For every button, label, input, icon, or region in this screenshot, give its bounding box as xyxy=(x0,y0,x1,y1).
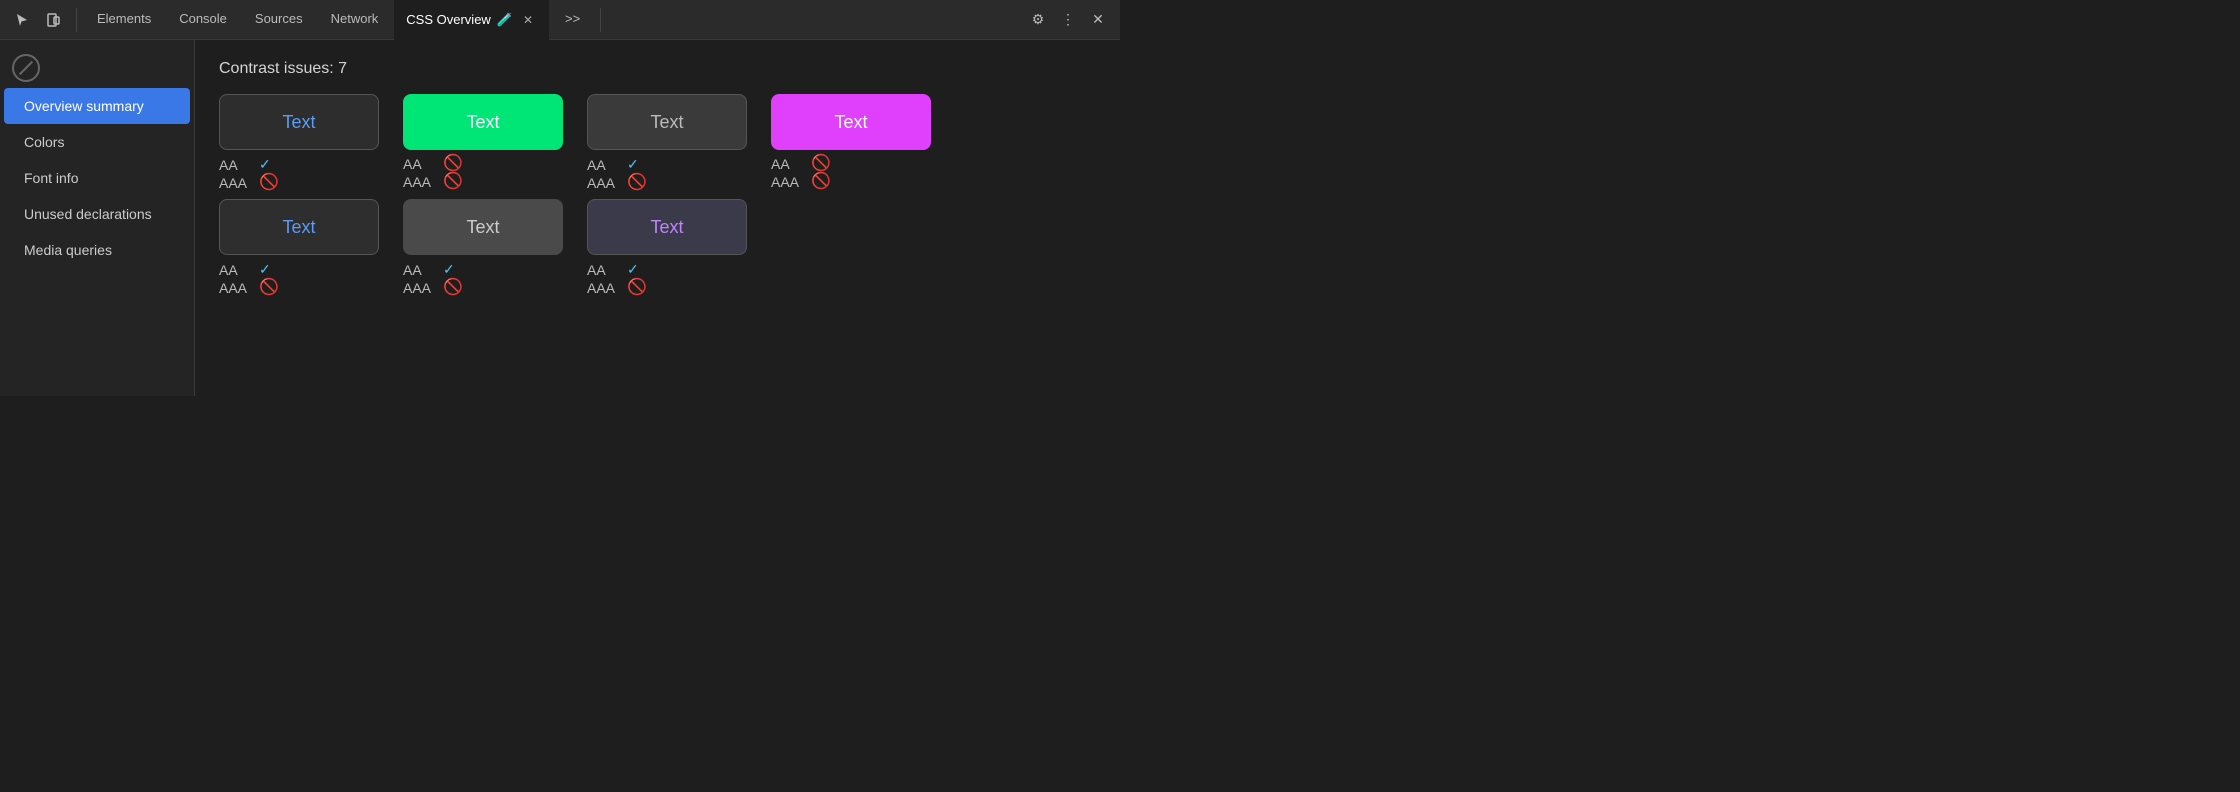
aa-row-3: AA ✓ xyxy=(587,156,747,173)
aaa-label-6: AAA xyxy=(403,280,435,296)
sidebar-item-overview-summary[interactable]: Overview summary xyxy=(4,88,190,124)
aa-row-1: AA ✓ xyxy=(219,156,379,173)
contrast-checks-3: AA ✓ AAA 🚫 xyxy=(587,156,747,191)
more-options-button[interactable]: ⋮ xyxy=(1054,6,1082,34)
contrast-checks-4: AA 🚫 AAA 🚫 xyxy=(771,156,931,190)
aaa-fail-icon-5: 🚫 xyxy=(259,280,279,296)
close-tab-button[interactable]: ✕ xyxy=(519,11,537,29)
contrast-item-7: Text AA ✓ AAA 🚫 xyxy=(587,199,747,296)
contrast-btn-5[interactable]: Text xyxy=(219,199,379,255)
aaa-label-3: AAA xyxy=(587,175,619,191)
aa-label-7: AA xyxy=(587,262,619,278)
sidebar-item-colors[interactable]: Colors xyxy=(4,124,190,160)
aaa-label-4: AAA xyxy=(771,174,803,190)
toolbar-divider xyxy=(76,8,77,32)
contrast-grid-row2: Text AA ✓ AAA 🚫 Text AA xyxy=(219,199,1096,296)
contrast-btn-4[interactable]: Text xyxy=(771,94,931,150)
aa-row-4: AA 🚫 xyxy=(771,156,931,172)
aaa-fail-icon-6: 🚫 xyxy=(443,280,463,296)
flask-icon: 🧪 xyxy=(497,12,513,28)
aaa-label-5: AAA xyxy=(219,280,251,296)
sidebar-item-media-queries[interactable]: Media queries xyxy=(4,232,190,268)
contrast-issues-title: Contrast issues: 7 xyxy=(219,60,1096,78)
tab-console[interactable]: Console xyxy=(167,0,239,40)
more-tabs-button[interactable]: >> xyxy=(553,0,592,40)
aaa-fail-icon-2: 🚫 xyxy=(443,174,463,190)
sidebar-item-font-info[interactable]: Font info xyxy=(4,160,190,196)
settings-button[interactable]: ⚙ xyxy=(1024,6,1052,34)
aaa-row-6: AAA 🚫 xyxy=(403,280,563,296)
toolbar-end: ⚙ ⋮ ✕ xyxy=(1024,6,1112,34)
aa-label-5: AA xyxy=(219,262,251,278)
tab-elements[interactable]: Elements xyxy=(85,0,163,40)
device-icon[interactable] xyxy=(40,6,68,34)
contrast-item-1: Text AA ✓ AAA 🚫 xyxy=(219,94,379,191)
aa-label-2: AA xyxy=(403,156,435,172)
aaa-label-7: AAA xyxy=(587,280,619,296)
contrast-item-4: Text AA 🚫 AAA 🚫 xyxy=(771,94,931,191)
aa-label-1: AA xyxy=(219,157,251,173)
content-area: Contrast issues: 7 Text AA ✓ AAA 🚫 xyxy=(195,40,1120,396)
contrast-item-5: Text AA ✓ AAA 🚫 xyxy=(219,199,379,296)
aa-fail-icon-4: 🚫 xyxy=(811,156,831,172)
sidebar-top xyxy=(0,48,194,88)
aa-label-6: AA xyxy=(403,262,435,278)
no-entry-icon[interactable] xyxy=(12,54,40,82)
aaa-label-2: AAA xyxy=(403,174,435,190)
toolbar-divider-2 xyxy=(600,8,601,32)
contrast-checks-6: AA ✓ AAA 🚫 xyxy=(403,261,563,296)
contrast-checks-5: AA ✓ AAA 🚫 xyxy=(219,261,379,296)
toolbar: Elements Console Sources Network CSS Ove… xyxy=(0,0,1120,40)
tab-sources[interactable]: Sources xyxy=(243,0,315,40)
contrast-checks-1: AA ✓ AAA 🚫 xyxy=(219,156,379,191)
contrast-btn-7[interactable]: Text xyxy=(587,199,747,255)
aa-pass-icon-5: ✓ xyxy=(259,261,271,278)
aaa-row-7: AAA 🚫 xyxy=(587,280,747,296)
aa-row-7: AA ✓ xyxy=(587,261,747,278)
contrast-btn-1[interactable]: Text xyxy=(219,94,379,150)
tab-css-overview[interactable]: CSS Overview 🧪 ✕ xyxy=(394,0,549,40)
aa-label-4: AA xyxy=(771,156,803,172)
cursor-icon[interactable] xyxy=(8,6,36,34)
tab-network[interactable]: Network xyxy=(319,0,391,40)
sidebar: Overview summary Colors Font info Unused… xyxy=(0,40,195,396)
aaa-row-3: AAA 🚫 xyxy=(587,175,747,191)
aaa-row-4: AAA 🚫 xyxy=(771,174,931,190)
contrast-grid-row1: Text AA ✓ AAA 🚫 Text AA xyxy=(219,94,1096,191)
aa-row-6: AA ✓ xyxy=(403,261,563,278)
aa-fail-icon-2: 🚫 xyxy=(443,156,463,172)
aa-pass-icon-6: ✓ xyxy=(443,261,455,278)
aa-row-2: AA 🚫 xyxy=(403,156,563,172)
contrast-item-2: Text AA 🚫 AAA 🚫 xyxy=(403,94,563,191)
aa-pass-icon-7: ✓ xyxy=(627,261,639,278)
aaa-row-1: AAA 🚫 xyxy=(219,175,379,191)
contrast-checks-7: AA ✓ AAA 🚫 xyxy=(587,261,747,296)
aa-pass-icon-1: ✓ xyxy=(259,156,271,173)
main-area: Overview summary Colors Font info Unused… xyxy=(0,40,1120,396)
aaa-label-1: AAA xyxy=(219,175,251,191)
aa-row-5: AA ✓ xyxy=(219,261,379,278)
aaa-fail-icon-4: 🚫 xyxy=(811,174,831,190)
aaa-row-2: AAA 🚫 xyxy=(403,174,563,190)
sidebar-item-unused-declarations[interactable]: Unused declarations xyxy=(4,196,190,232)
aa-pass-icon-3: ✓ xyxy=(627,156,639,173)
contrast-btn-2[interactable]: Text xyxy=(403,94,563,150)
aa-label-3: AA xyxy=(587,157,619,173)
aaa-fail-icon-1: 🚫 xyxy=(259,175,279,191)
aaa-fail-icon-3: 🚫 xyxy=(627,175,647,191)
aaa-row-5: AAA 🚫 xyxy=(219,280,379,296)
close-devtools-button[interactable]: ✕ xyxy=(1084,6,1112,34)
contrast-btn-3[interactable]: Text xyxy=(587,94,747,150)
contrast-item-3: Text AA ✓ AAA 🚫 xyxy=(587,94,747,191)
aaa-fail-icon-7: 🚫 xyxy=(627,280,647,296)
contrast-btn-6[interactable]: Text xyxy=(403,199,563,255)
contrast-item-6: Text AA ✓ AAA 🚫 xyxy=(403,199,563,296)
contrast-checks-2: AA 🚫 AAA 🚫 xyxy=(403,156,563,190)
